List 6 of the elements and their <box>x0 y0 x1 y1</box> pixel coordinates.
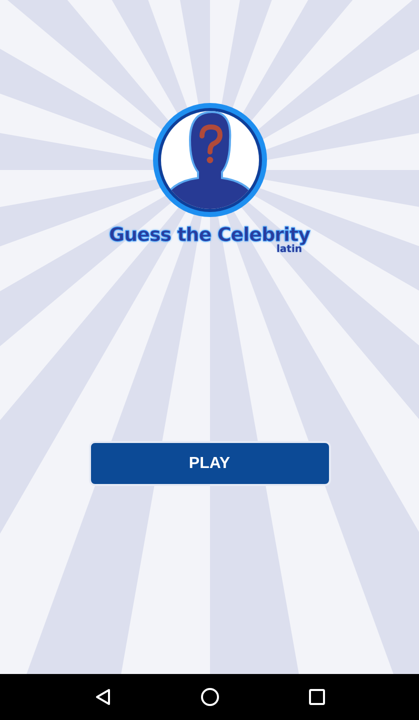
app-title: Guess the Celebrity <box>108 224 310 246</box>
back-icon[interactable] <box>94 688 112 706</box>
recent-apps-icon[interactable] <box>308 689 325 705</box>
home-icon[interactable] <box>200 687 220 707</box>
app-subtitle: latin <box>276 244 302 255</box>
play-button[interactable]: PLAY <box>88 441 330 486</box>
